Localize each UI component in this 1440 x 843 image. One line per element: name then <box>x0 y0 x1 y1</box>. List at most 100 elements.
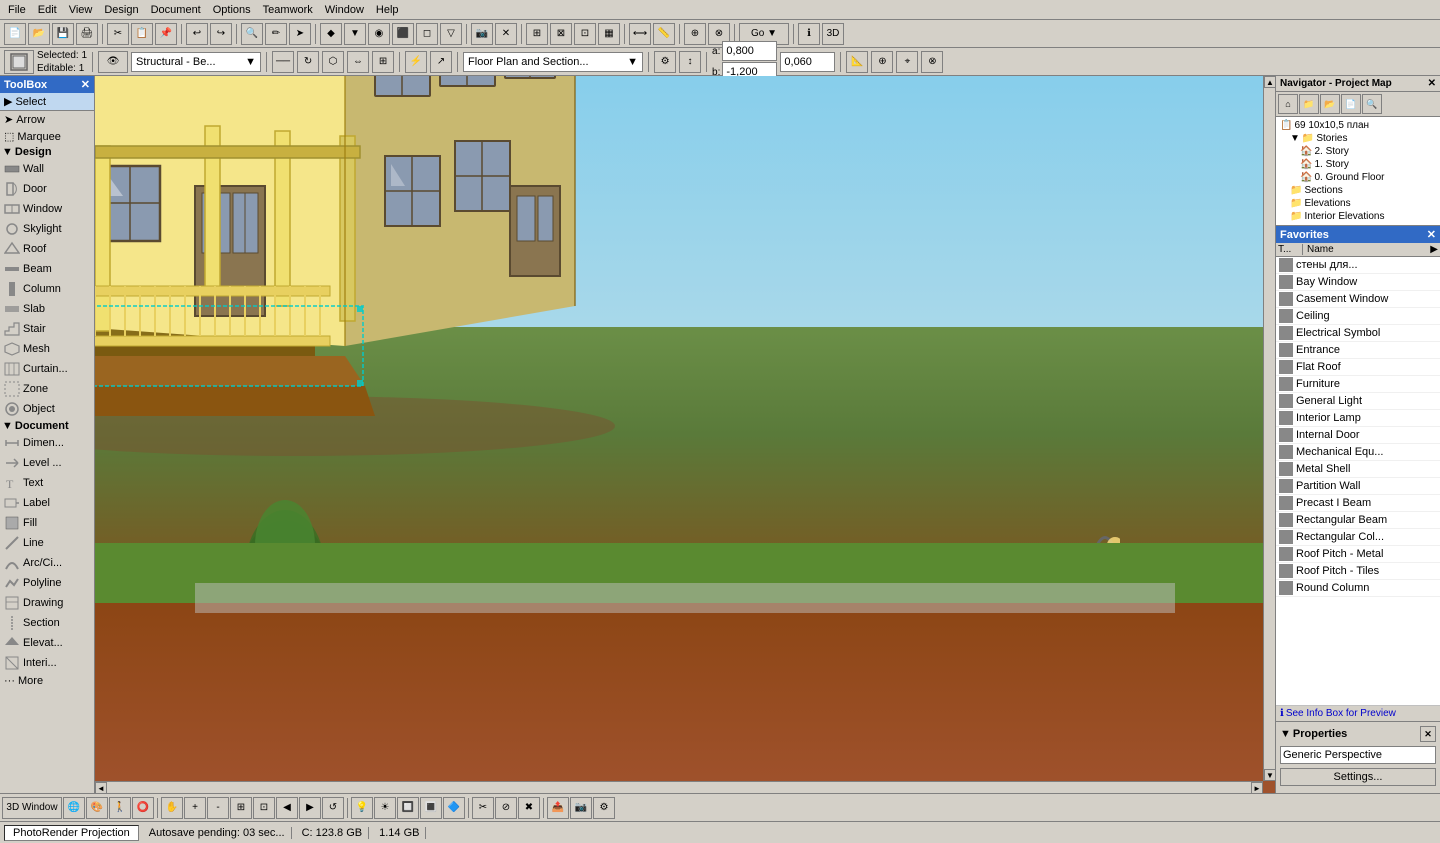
nav-folder[interactable]: 📁 <box>1299 94 1319 114</box>
menu-teamwork[interactable]: Teamwork <box>257 3 319 17</box>
see-info-btn[interactable]: ℹ See Info Box for Preview <box>1276 705 1440 721</box>
interi-item[interactable]: Interi... <box>0 653 94 673</box>
orient-btn[interactable]: ⌖ <box>896 51 918 73</box>
measure-btn[interactable]: 📏 <box>653 23 675 45</box>
paste-button[interactable]: 📌 <box>155 23 177 45</box>
prop-close2[interactable]: ✕ <box>1420 726 1436 742</box>
bt-zoom-sel[interactable]: ⊡ <box>253 797 275 819</box>
favorites-list-item[interactable]: General Light <box>1276 393 1440 410</box>
scroll-left-btn[interactable]: ◄ <box>95 782 107 793</box>
canvas-scrollbar-horizontal[interactable]: ◄ ► <box>95 781 1263 793</box>
door-item[interactable]: Door <box>0 179 94 199</box>
nav2-btn[interactable]: ⊠ <box>550 23 572 45</box>
bt-effect1[interactable]: 🔲 <box>397 797 419 819</box>
view-dropdown[interactable]: Structural - Be... ▼ <box>131 52 261 72</box>
label-item[interactable]: Label <box>0 493 94 513</box>
print-button[interactable]: 🖨 <box>76 23 98 45</box>
find-button[interactable]: 🔍 <box>241 23 263 45</box>
floor-plan-dropdown[interactable]: Floor Plan and Section... ▼ <box>463 52 643 72</box>
selection-mode[interactable] <box>4 50 34 74</box>
favorites-list-item[interactable]: Internal Door <box>1276 427 1440 444</box>
menu-file[interactable]: File <box>2 3 32 17</box>
wall-item[interactable]: Wall <box>0 159 94 179</box>
nav-folder2[interactable]: 📂 <box>1320 94 1340 114</box>
favorites-list-item[interactable]: Round Column <box>1276 580 1440 597</box>
a-input[interactable] <box>722 41 777 61</box>
marquee-item[interactable]: ⬚ Marquee <box>0 128 94 145</box>
menu-options[interactable]: Options <box>207 3 257 17</box>
bt-spin[interactable]: ↺ <box>322 797 344 819</box>
favorites-list-item[interactable]: Entrance <box>1276 342 1440 359</box>
favorites-list-item[interactable]: Flat Roof <box>1276 359 1440 376</box>
save-button[interactable]: 💾 <box>52 23 74 45</box>
settings-button[interactable]: Settings... <box>1280 768 1436 786</box>
shapes2-btn[interactable]: ▼ <box>344 23 366 45</box>
open-button[interactable]: 📂 <box>28 23 50 45</box>
canvas-scrollbar-vertical[interactable]: ▲ ▼ <box>1263 76 1275 781</box>
split-btn[interactable]: ⟷ <box>629 23 651 45</box>
cut-button[interactable]: ✂ <box>107 23 129 45</box>
line-item[interactable]: Line <box>0 533 94 553</box>
toolbox-close[interactable]: ✕ <box>81 78 90 91</box>
favorites-list-item[interactable]: Metal Shell <box>1276 461 1440 478</box>
favorites-list-item[interactable]: Roof Pitch - Metal <box>1276 546 1440 563</box>
bt-zoom-fit[interactable]: ⊞ <box>230 797 252 819</box>
level-item[interactable]: Level ... <box>0 453 94 473</box>
nav-page[interactable]: 📄 <box>1341 94 1361 114</box>
shapes5-btn[interactable]: ◻ <box>416 23 438 45</box>
more-item[interactable]: ··· More <box>0 673 94 689</box>
line-style[interactable]: ── <box>272 51 294 73</box>
undo-button[interactable]: ↩ <box>186 23 208 45</box>
new-button[interactable]: 📄 <box>4 23 26 45</box>
menu-document[interactable]: Document <box>145 3 207 17</box>
bt-effect3[interactable]: 🔷 <box>443 797 465 819</box>
close-btn[interactable]: ✕ <box>495 23 517 45</box>
section-item[interactable]: Section <box>0 613 94 633</box>
info-btn[interactable]: ℹ <box>798 23 820 45</box>
tree-story0[interactable]: 🏠 0. Ground Floor <box>1298 171 1438 184</box>
bt-export[interactable]: 📤 <box>547 797 569 819</box>
shapes3-btn[interactable]: ◉ <box>368 23 390 45</box>
favorites-list-item[interactable]: Furniture <box>1276 376 1440 393</box>
polyline-item[interactable]: Polyline <box>0 573 94 593</box>
roof-item[interactable]: Roof <box>0 239 94 259</box>
favorites-list-item[interactable]: Roof Pitch - Tiles <box>1276 563 1440 580</box>
dimen-item[interactable]: Dimen... <box>0 433 94 453</box>
shapes4-btn[interactable]: ⬛ <box>392 23 414 45</box>
arc-item[interactable]: Arc/Ci... <box>0 553 94 573</box>
favorites-list-item[interactable]: Rectangular Beam <box>1276 512 1440 529</box>
favorites-list-item[interactable]: Mechanical Equ... <box>1276 444 1440 461</box>
mirror-btn[interactable]: ⬡ <box>322 51 344 73</box>
tree-root[interactable]: 📋 69 10x10,5 план <box>1278 119 1438 132</box>
menu-edit[interactable]: Edit <box>32 3 63 17</box>
favorites-list-item[interactable]: Interior Lamp <box>1276 410 1440 427</box>
measure2-btn[interactable]: 📐 <box>846 51 868 73</box>
bt-next[interactable]: ▶ <box>299 797 321 819</box>
column-item[interactable]: Column <box>0 279 94 299</box>
redo-button[interactable]: ↪ <box>210 23 232 45</box>
tree-story2[interactable]: 🏠 2. Story <box>1298 145 1438 158</box>
slab-item[interactable]: Slab <box>0 299 94 319</box>
tree-sections[interactable]: 📁 Sections <box>1288 184 1438 197</box>
bt-cut3[interactable]: ✖ <box>518 797 540 819</box>
nav1-btn[interactable]: ⊞ <box>526 23 548 45</box>
shapes6-btn[interactable]: ▽ <box>440 23 462 45</box>
view-nav[interactable]: ↕ <box>679 51 701 73</box>
tree-story1[interactable]: 🏠 1. Story <box>1298 158 1438 171</box>
ungroup-btn[interactable]: ↗ <box>430 51 452 73</box>
bt-cut2[interactable]: ⊘ <box>495 797 517 819</box>
document-section[interactable]: ▼ Document <box>0 419 94 433</box>
navigator-close[interactable]: ✕ <box>1428 78 1436 89</box>
zoom-btn[interactable]: ⊞ <box>372 51 394 73</box>
shapes-btn[interactable]: ◆ <box>320 23 342 45</box>
bt-prev[interactable]: ◀ <box>276 797 298 819</box>
skylight-item[interactable]: Skylight <box>0 219 94 239</box>
menu-help[interactable]: Help <box>370 3 405 17</box>
stretch-btn[interactable]: ⇔ <box>347 51 369 73</box>
move-btn[interactable]: ⊗ <box>921 51 943 73</box>
scroll-right-btn[interactable]: ► <box>1251 782 1263 793</box>
text-item[interactable]: T Text <box>0 473 94 493</box>
view-mode-icon[interactable]: 👁 <box>98 51 128 73</box>
tree-elevations[interactable]: 📁 Elevations <box>1288 197 1438 210</box>
copy-button[interactable]: 📋 <box>131 23 153 45</box>
